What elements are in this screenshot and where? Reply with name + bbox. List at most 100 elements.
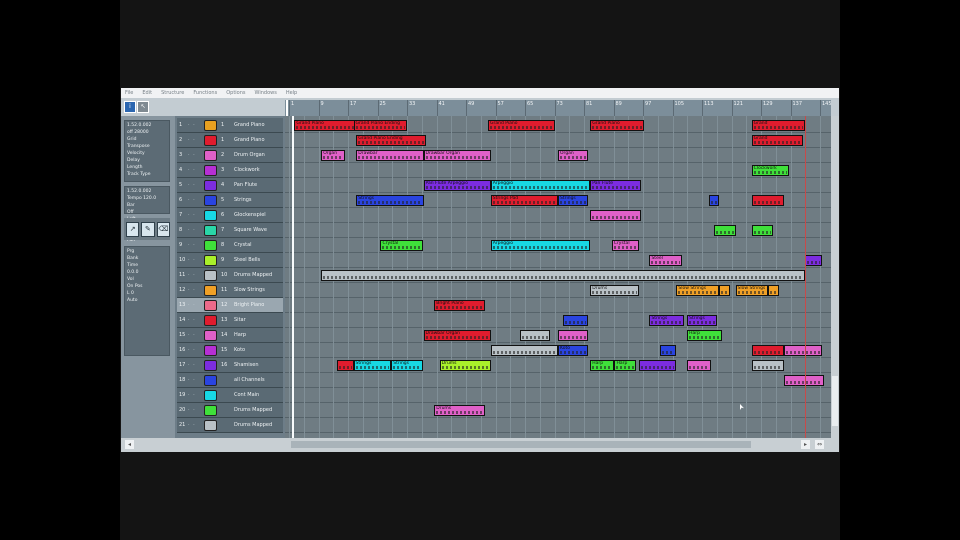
track-row[interactable]: 21 · · Drums Mapped	[177, 418, 283, 433]
midi-part[interactable]	[490, 345, 558, 356]
playhead[interactable]	[292, 116, 294, 438]
mute-solo-controls[interactable]: · ·	[188, 242, 196, 248]
midi-part[interactable]: Organ	[321, 150, 346, 161]
track-row[interactable]: 8 · · 7 Square Wave	[177, 223, 283, 238]
midi-part[interactable]: Grand Piano	[488, 120, 556, 131]
midi-part[interactable]: Grand Piano	[590, 120, 645, 131]
midi-part[interactable]: Drums	[590, 285, 639, 296]
midi-part[interactable]: Crystal	[380, 240, 424, 251]
mute-solo-controls[interactable]: · ·	[188, 287, 196, 293]
midi-part[interactable]	[708, 195, 720, 206]
midi-part[interactable]: Koto	[558, 345, 588, 356]
track-row[interactable]: 16 · · 15 Koto	[177, 343, 283, 358]
eraser-tool-icon[interactable]: ⌫	[156, 221, 170, 237]
track-row[interactable]: 15 · · 14 Harp	[177, 328, 283, 343]
menu-item-structure[interactable]: Structure	[161, 90, 184, 96]
midi-part[interactable]: Strings Pad	[490, 195, 558, 206]
mute-solo-controls[interactable]: · ·	[188, 422, 196, 428]
mute-solo-controls[interactable]: · ·	[188, 197, 196, 203]
midi-part[interactable]	[783, 345, 822, 356]
mute-solo-controls[interactable]: · ·	[188, 392, 196, 398]
midi-part[interactable]: Arpeggio	[490, 240, 591, 251]
midi-part[interactable]: Bright Piano	[434, 300, 486, 311]
horizontal-scrollbar[interactable]: ◂ ▸ ⇔	[121, 438, 839, 452]
midi-part[interactable]: Pan Flute	[590, 180, 642, 191]
mute-solo-controls[interactable]: · ·	[188, 347, 196, 353]
arrow-tool-icon[interactable]: ↗	[126, 221, 140, 237]
midi-part[interactable]	[337, 360, 354, 371]
mute-solo-controls[interactable]: · ·	[188, 122, 196, 128]
midi-part[interactable]: Strings	[687, 315, 717, 326]
midi-part[interactable]: Arpeggio	[490, 180, 591, 191]
pointer-icon[interactable]: ↖	[137, 101, 149, 113]
track-row[interactable]: 3 · · 2 Drum Organ	[177, 148, 283, 163]
midi-part[interactable]: Grand	[751, 135, 803, 146]
midi-part[interactable]: Clockwork	[751, 165, 790, 176]
track-row[interactable]: 9 · · 8 Crystal	[177, 238, 283, 253]
track-row[interactable]: 6 · · 5 Strings	[177, 193, 283, 208]
midi-part[interactable]: Steel	[649, 255, 682, 266]
midi-part[interactable]: Strings	[391, 360, 424, 371]
zoom-icon[interactable]: ⇔	[815, 440, 824, 449]
midi-part[interactable]: Harp	[687, 330, 723, 341]
track-row[interactable]: 11 · · 10 Drums Mapped	[177, 268, 283, 283]
midi-part[interactable]: Strings	[353, 360, 392, 371]
track-row[interactable]: 19 · · Cont Main	[177, 388, 283, 403]
midi-part[interactable]: Drums	[434, 405, 486, 416]
midi-part[interactable]	[520, 330, 550, 341]
track-row[interactable]: 7 · · 6 Glockenspiel	[177, 208, 283, 223]
track-row[interactable]: 1 · · 1 Grand Piano	[177, 118, 283, 133]
midi-part[interactable]: Harp	[590, 360, 615, 371]
midi-part[interactable]	[805, 255, 822, 266]
track-row[interactable]: 20 · · Drums Mapped	[177, 403, 283, 418]
midi-part[interactable]	[719, 285, 731, 296]
mute-solo-controls[interactable]: · ·	[188, 212, 196, 218]
menu-item-file[interactable]: File	[125, 90, 133, 96]
mute-solo-controls[interactable]: · ·	[188, 362, 196, 368]
arrange-area[interactable]: Grand Piano Grand Piano Ending Grand Piano…	[285, 116, 831, 438]
bar-ruler[interactable]: 1 9 17 25 33 41 49 57 65 73 81 89 97 105 113 121 129 137 1…	[285, 100, 831, 116]
track-row[interactable]: 17 · · 16 Shamisen	[177, 358, 283, 373]
mute-solo-controls[interactable]: · ·	[188, 257, 196, 263]
mute-solo-controls[interactable]: · ·	[188, 227, 196, 233]
track-row[interactable]: 13 · · 12 Bright Piano	[177, 298, 283, 313]
mute-solo-controls[interactable]: · ·	[188, 152, 196, 158]
mute-solo-controls[interactable]: · ·	[188, 167, 196, 173]
midi-part[interactable]: Slow Strings	[735, 285, 768, 296]
track-row[interactable]: 4 · · 3 Clockwork	[177, 163, 283, 178]
midi-part[interactable]	[558, 330, 588, 341]
midi-part[interactable]: Organ	[558, 150, 588, 161]
midi-part[interactable]	[563, 315, 588, 326]
midi-part[interactable]	[638, 360, 677, 371]
midi-part[interactable]	[687, 360, 712, 371]
menu-item-windows[interactable]: Windows	[255, 90, 277, 96]
horizontal-scroll-thumb[interactable]	[291, 441, 751, 448]
midi-part[interactable]	[751, 195, 784, 206]
ruler-position-marker[interactable]	[286, 100, 288, 116]
mute-solo-controls[interactable]: · ·	[188, 377, 196, 383]
scroll-left-arrow-icon[interactable]: ◂	[125, 440, 134, 449]
midi-part[interactable]	[660, 345, 677, 356]
mute-solo-controls[interactable]: · ·	[188, 137, 196, 143]
menu-item-functions[interactable]: Functions	[193, 90, 217, 96]
mute-solo-controls[interactable]: · ·	[188, 272, 196, 278]
track-row[interactable]: 2 · · 1 Grand Piano	[177, 133, 283, 148]
midi-part[interactable]: Strings	[356, 195, 424, 206]
pencil-tool-icon[interactable]: ✎	[141, 221, 155, 237]
menu-item-help[interactable]: Help	[286, 90, 297, 96]
mute-solo-controls[interactable]: · ·	[188, 332, 196, 338]
midi-part[interactable]: Grand Piano Ending	[353, 120, 408, 131]
menu-item-options[interactable]: Options	[226, 90, 245, 96]
mute-solo-controls[interactable]: · ·	[188, 302, 196, 308]
midi-part[interactable]	[590, 210, 642, 221]
track-row[interactable]: 5 · · 4 Pan Flute	[177, 178, 283, 193]
midi-part[interactable]: Drawbar Organ	[423, 330, 491, 341]
track-row[interactable]: 14 · · 13 Sitar	[177, 313, 283, 328]
menu-item-edit[interactable]: Edit	[142, 90, 152, 96]
midi-part[interactable]	[751, 225, 774, 236]
scroll-right-arrow-icon[interactable]: ▸	[801, 440, 810, 449]
midi-part[interactable]: Slow Strings	[676, 285, 720, 296]
midi-part[interactable]	[751, 345, 784, 356]
midi-part[interactable]: Grand Piano Ending	[356, 135, 427, 146]
mute-solo-controls[interactable]: · ·	[188, 317, 196, 323]
